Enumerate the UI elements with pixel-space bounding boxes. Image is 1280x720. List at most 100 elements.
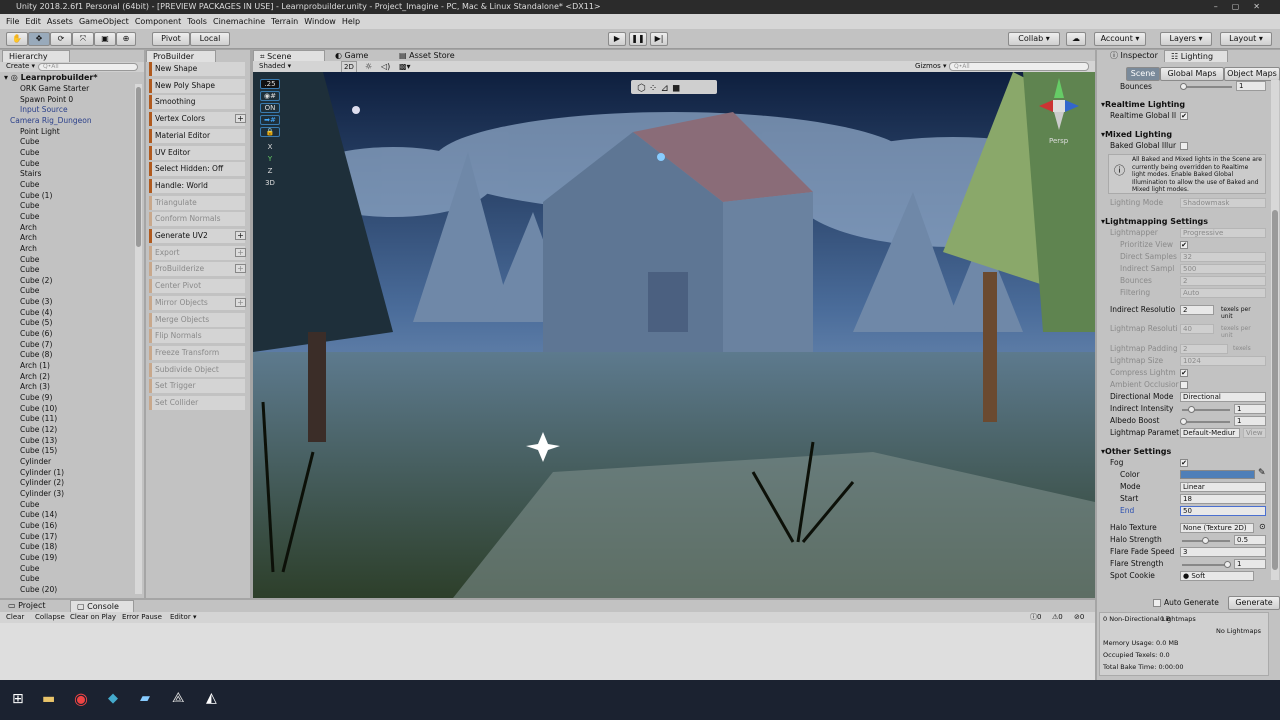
tab-lighting[interactable]: ☷ Lighting — [1164, 50, 1228, 62]
hierarchy-item[interactable]: Cube — [0, 148, 134, 159]
lightmap-size-dropdown[interactable]: 1024 — [1180, 356, 1266, 366]
menu-file[interactable]: File — [6, 17, 19, 26]
sun-gizmo-icon[interactable] — [657, 153, 665, 161]
hierarchy-item[interactable]: Cube (13) — [0, 436, 134, 447]
baked-gi-checkbox[interactable] — [1180, 142, 1188, 150]
snap-value[interactable]: .25 — [260, 79, 280, 89]
x-axis-toggle[interactable]: X — [260, 143, 280, 153]
options-plus-icon[interactable]: + — [235, 114, 246, 124]
flare-fade-field[interactable]: 3 — [1180, 547, 1266, 557]
hierarchy-item[interactable]: Cube — [0, 180, 134, 191]
hierarchy-item[interactable]: Cube — [0, 255, 134, 266]
hierarchy-item[interactable]: Cube (1) — [0, 191, 134, 202]
hierarchy-item[interactable]: Cube — [0, 265, 134, 276]
hierarchy-item[interactable]: Cube — [0, 286, 134, 297]
hierarchy-item[interactable]: Cube (18) — [0, 542, 134, 553]
probuilder-overlay-toolbar[interactable]: ⬡ ⁘ ⊿ ◼ — [631, 80, 717, 94]
hierarchy-item[interactable]: Cube (2) — [0, 276, 134, 287]
menu-terrain[interactable]: Terrain — [271, 17, 298, 26]
layout-button[interactable]: Layout ▾ — [1220, 32, 1272, 46]
transform-tool-icon[interactable]: ⊕ — [116, 32, 136, 46]
probuilder-action[interactable]: New Shape — [149, 62, 245, 76]
menu-tools[interactable]: Tools — [187, 17, 207, 26]
probuilder-action[interactable]: Handle: World — [149, 178, 245, 193]
fog-start-field[interactable]: 18 — [1180, 494, 1266, 504]
hierarchy-item[interactable]: Cylinder (3) — [0, 489, 134, 500]
hierarchy-item[interactable]: Cube (3) — [0, 297, 134, 308]
shading-dropdown[interactable]: Shaded ▾ — [259, 61, 339, 72]
hierarchy-item[interactable]: ORK Game Starter — [0, 84, 134, 95]
hierarchy-search[interactable]: Q•All — [38, 63, 138, 71]
hierarchy-item[interactable]: Cube (7) — [0, 340, 134, 351]
hierarchy-item[interactable]: Cube (9) — [0, 393, 134, 404]
halo-strength-slider[interactable] — [1182, 537, 1230, 544]
indirect-intensity-field[interactable]: 1 — [1234, 404, 1266, 414]
console-collapse-button[interactable]: Collapse — [35, 612, 65, 623]
tab-inspector[interactable]: ⓘ Inspector — [1104, 50, 1164, 62]
hierarchy-item[interactable]: Cube (20) — [0, 585, 134, 596]
lightmapping-header[interactable]: ▾Lightmapping Settings — [1101, 216, 1208, 227]
window-controls[interactable]: –▢✕ — [1214, 0, 1274, 14]
bounces-top-slider[interactable] — [1180, 83, 1232, 90]
hierarchy-item[interactable]: Cube (19) — [0, 553, 134, 564]
options-plus-icon[interactable]: + — [235, 247, 246, 257]
probuilder-action[interactable]: Select Hidden: Off — [149, 162, 245, 177]
options-plus-icon[interactable]: + — [235, 231, 246, 240]
app-icon[interactable]: ◆ — [108, 691, 118, 706]
lightmapper-dropdown[interactable]: Progressive — [1180, 228, 1266, 238]
probuilder-action[interactable]: Smoothing — [149, 95, 245, 110]
hierarchy-item[interactable]: Point Light — [0, 127, 134, 138]
probuilder-action[interactable]: Center Pivot — [149, 279, 245, 294]
tab-hierarchy[interactable]: Hierarchy — [2, 50, 70, 62]
hierarchy-item[interactable]: Arch (2) — [0, 372, 134, 383]
lock-icon[interactable]: 🔒 — [260, 127, 280, 137]
prioritize-view-checkbox[interactable]: ✔ — [1180, 241, 1188, 249]
fog-checkbox[interactable]: ✔ — [1180, 459, 1188, 467]
hierarchy-item[interactable]: Cube (14) — [0, 510, 134, 521]
hierarchy-item[interactable]: Cube (6) — [0, 329, 134, 340]
hierarchy-item[interactable]: Arch — [0, 223, 134, 234]
mixed-lighting-header[interactable]: ▾Mixed Lighting — [1101, 129, 1172, 140]
object-picker-icon[interactable]: ⊙ — [1259, 522, 1266, 531]
console-clear-button[interactable]: Clear — [6, 612, 24, 623]
hierarchy-item[interactable]: Cube — [0, 212, 134, 223]
probuilder-action[interactable]: Export + — [149, 245, 246, 260]
halo-texture-field[interactable]: None (Texture 2D) — [1180, 523, 1254, 533]
rect-tool-icon[interactable]: ▣ — [94, 32, 116, 46]
create-dropdown[interactable]: Create ▾ — [6, 62, 35, 70]
console-editor-dropdown[interactable]: Editor ▾ — [170, 612, 196, 623]
probuilder-action[interactable]: UV Editor — [149, 145, 245, 160]
filtering-dropdown[interactable]: Auto — [1180, 288, 1266, 298]
lighting-scrollbar[interactable] — [1271, 80, 1279, 580]
indirect-intensity-slider[interactable] — [1182, 406, 1230, 413]
account-button[interactable]: Account ▾ — [1094, 32, 1146, 46]
options-plus-icon[interactable]: + — [235, 297, 246, 307]
spot-cookie-field[interactable]: ● Soft — [1180, 571, 1254, 581]
hierarchy-item[interactable]: Stairs — [0, 169, 134, 180]
hierarchy-item[interactable]: Cube (15) — [0, 446, 134, 457]
probuilder-action[interactable]: New Poly Shape — [149, 78, 245, 93]
probuilder-action[interactable]: ProBuilderize + — [149, 262, 246, 277]
albedo-boost-field[interactable]: 1 — [1234, 416, 1266, 426]
fog-color-swatch[interactable] — [1180, 470, 1255, 479]
subtab-object-maps[interactable]: Object Maps — [1224, 67, 1280, 81]
menu-component[interactable]: Component — [135, 17, 181, 26]
hierarchy-item[interactable]: Input Source — [0, 105, 134, 116]
halo-strength-field[interactable]: 0.5 — [1234, 535, 1266, 545]
lightmap-resolution-field[interactable]: 40 — [1180, 324, 1214, 334]
hierarchy-item[interactable]: Arch — [0, 244, 134, 255]
tab-console[interactable]: ▢ Console — [70, 600, 134, 612]
console-warning-count[interactable]: ⚠0 — [1052, 612, 1063, 623]
probuilder-action[interactable]: Triangulate — [149, 195, 245, 210]
unity-icon[interactable]: ◭ — [206, 690, 217, 706]
cloud-icon[interactable]: ☁ — [1066, 32, 1086, 46]
probuilder-action[interactable]: Mirror Objects + — [149, 295, 246, 310]
realtime-gi-checkbox[interactable]: ✔ — [1180, 112, 1188, 120]
menu-edit[interactable]: Edit — [25, 17, 41, 26]
point-light-gizmo-icon[interactable] — [352, 106, 360, 114]
hierarchy-item[interactable]: Cube (5) — [0, 318, 134, 329]
fog-end-field[interactable]: 50 — [1180, 506, 1266, 516]
bounces-top-field[interactable]: 1 — [1236, 81, 1266, 91]
hierarchy-item[interactable]: Cube (8) — [0, 350, 134, 361]
console-info-count[interactable]: ⓘ0 — [1030, 612, 1041, 623]
